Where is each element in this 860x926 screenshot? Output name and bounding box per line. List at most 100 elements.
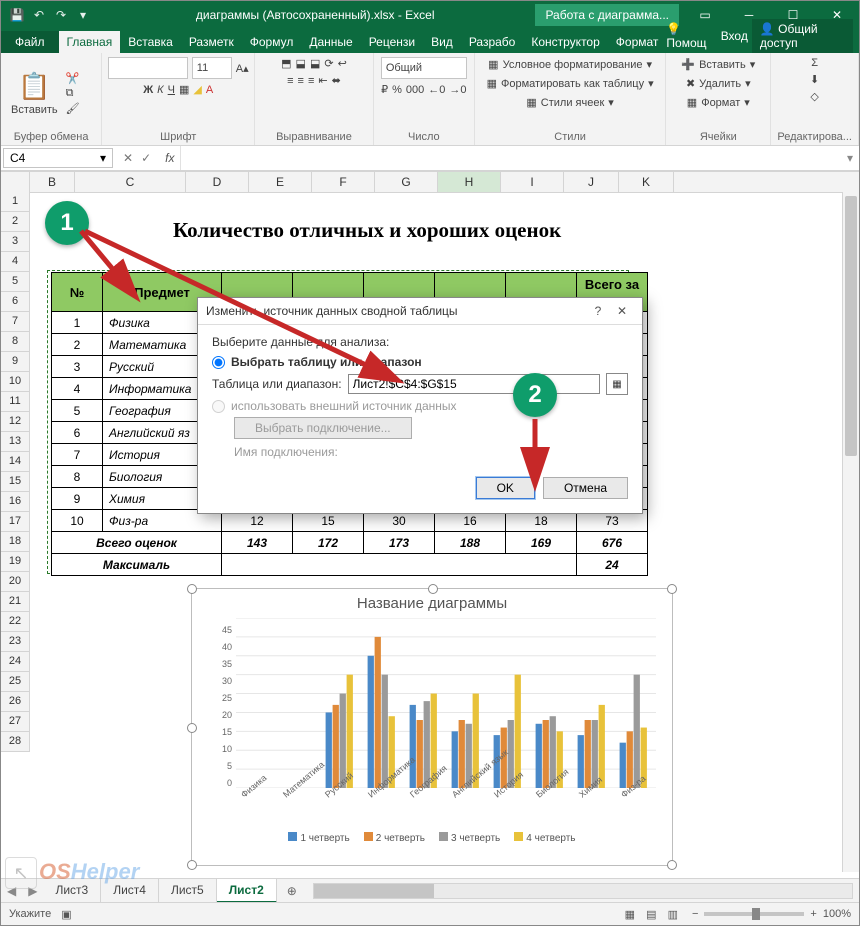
- row-header[interactable]: 2: [1, 212, 29, 232]
- row-header[interactable]: 27: [1, 712, 29, 732]
- tab-home[interactable]: Главная: [59, 31, 121, 53]
- radio-external-source[interactable]: использовать внешний источник данных: [212, 399, 628, 413]
- border-icon[interactable]: ▦: [179, 83, 189, 96]
- row-header[interactable]: 24: [1, 652, 29, 672]
- fill-icon[interactable]: ⬇: [810, 73, 819, 86]
- row-header[interactable]: 9: [1, 352, 29, 372]
- resize-handle[interactable]: [187, 723, 197, 733]
- macro-record-icon[interactable]: ▣: [61, 908, 71, 921]
- row-header[interactable]: 13: [1, 432, 29, 452]
- share-button[interactable]: 👤 Общий доступ: [752, 19, 853, 53]
- align-left-icon[interactable]: ≡: [287, 75, 293, 87]
- dialog-close-icon[interactable]: ✕: [610, 304, 634, 318]
- percent-icon[interactable]: %: [392, 84, 402, 96]
- format-cells-button[interactable]: ▦ Формат ▾: [687, 95, 750, 110]
- row-header[interactable]: 25: [1, 672, 29, 692]
- row-header[interactable]: 18: [1, 532, 29, 552]
- ok-button[interactable]: OK: [476, 477, 535, 499]
- delete-cells-button[interactable]: ✖ Удалить ▾: [686, 76, 751, 91]
- qat-more-icon[interactable]: ▾: [75, 7, 91, 23]
- font-color-icon[interactable]: A: [206, 84, 213, 96]
- merge-icon[interactable]: ⬌: [332, 74, 341, 87]
- cut-icon[interactable]: ✂️: [66, 72, 80, 85]
- tab-developer[interactable]: Разрабо: [461, 31, 524, 53]
- row-header[interactable]: 17: [1, 512, 29, 532]
- row-header[interactable]: 8: [1, 332, 29, 352]
- row-header[interactable]: 23: [1, 632, 29, 652]
- tab-view[interactable]: Вид: [423, 31, 461, 53]
- zoom-slider[interactable]: [704, 912, 804, 916]
- add-sheet-icon[interactable]: ⊕: [277, 884, 307, 898]
- number-format-combo[interactable]: Общий: [381, 57, 467, 79]
- col-header[interactable]: B: [30, 172, 75, 192]
- align-right-icon[interactable]: ≡: [308, 75, 314, 87]
- page-layout-icon[interactable]: ▤: [642, 909, 660, 921]
- row-header[interactable]: 3: [1, 232, 29, 252]
- font-name-combo[interactable]: [108, 57, 188, 79]
- worksheet-grid[interactable]: BCDEFGHIJK 12345678910111213141516171819…: [1, 171, 859, 872]
- scroll-thumb[interactable]: [845, 196, 857, 456]
- grow-font-icon[interactable]: A▴: [236, 62, 249, 75]
- comma-icon[interactable]: 000: [406, 84, 424, 96]
- conditional-format-button[interactable]: ▦ Условное форматирование ▾: [488, 57, 652, 72]
- resize-handle[interactable]: [187, 584, 197, 594]
- row-header[interactable]: 21: [1, 592, 29, 612]
- expand-formula-icon[interactable]: ▾: [841, 151, 859, 165]
- insert-cells-button[interactable]: ➕ Вставить ▾: [681, 57, 755, 72]
- tab-insert[interactable]: Вставка: [120, 31, 181, 53]
- underline-button[interactable]: Ч: [168, 84, 175, 96]
- redo-icon[interactable]: ↷: [53, 7, 69, 23]
- col-header[interactable]: J: [564, 172, 619, 192]
- autosum-icon[interactable]: Σ: [811, 57, 818, 69]
- clear-icon[interactable]: ◇: [810, 90, 818, 103]
- horizontal-scrollbar[interactable]: [313, 883, 853, 899]
- row-header[interactable]: 26: [1, 692, 29, 712]
- signin-link[interactable]: Вход: [721, 29, 748, 43]
- resize-handle[interactable]: [667, 860, 677, 870]
- resize-handle[interactable]: [187, 860, 197, 870]
- col-header[interactable]: D: [186, 172, 249, 192]
- tab-file[interactable]: Файл: [1, 31, 59, 53]
- embedded-chart[interactable]: Название диаграммы 454035302520151050 Фи…: [191, 588, 673, 866]
- help-tell-me[interactable]: 💡 Помощ: [666, 22, 716, 50]
- zoom-out-icon[interactable]: −: [692, 908, 698, 920]
- row-header[interactable]: 19: [1, 552, 29, 572]
- undo-icon[interactable]: ↶: [31, 7, 47, 23]
- zoom-in-icon[interactable]: +: [810, 908, 816, 920]
- col-header[interactable]: E: [249, 172, 312, 192]
- row-header[interactable]: 11: [1, 392, 29, 412]
- page-break-icon[interactable]: ▥: [664, 909, 682, 921]
- contextual-tab-label[interactable]: Работа с диаграмма...: [535, 4, 679, 26]
- radio-select-range[interactable]: Выбрать таблицу или диапазон: [212, 355, 628, 369]
- wrap-icon[interactable]: ↩: [338, 57, 347, 70]
- row-header[interactable]: 15: [1, 472, 29, 492]
- font-size-combo[interactable]: 11: [192, 57, 232, 79]
- resize-handle[interactable]: [428, 584, 438, 594]
- col-header[interactable]: G: [375, 172, 438, 192]
- vertical-scrollbar[interactable]: [842, 192, 859, 872]
- cell-styles-button[interactable]: ▦ Стили ячеек ▾: [526, 95, 613, 110]
- row-header[interactable]: 10: [1, 372, 29, 392]
- zoom-control[interactable]: − + 100%: [692, 908, 851, 920]
- row-header[interactable]: 1: [1, 192, 29, 212]
- col-header[interactable]: K: [619, 172, 674, 192]
- resize-handle[interactable]: [667, 584, 677, 594]
- bold-button[interactable]: Ж: [143, 84, 153, 96]
- align-top-icon[interactable]: ⬒: [281, 57, 291, 70]
- row-header[interactable]: 22: [1, 612, 29, 632]
- col-header[interactable]: C: [75, 172, 186, 192]
- fill-color-icon[interactable]: ◢: [193, 83, 201, 96]
- dialog-help-icon[interactable]: ?: [586, 304, 610, 318]
- currency-icon[interactable]: ₽: [381, 83, 388, 96]
- range-input[interactable]: [348, 374, 600, 394]
- copy-icon[interactable]: ⧉: [66, 87, 80, 100]
- tab-layout[interactable]: Разметк: [181, 31, 242, 53]
- italic-button[interactable]: К: [157, 84, 163, 96]
- tab-formulas[interactable]: Формул: [242, 31, 302, 53]
- row-header[interactable]: 6: [1, 292, 29, 312]
- scroll-thumb[interactable]: [314, 884, 434, 898]
- row-header[interactable]: 5: [1, 272, 29, 292]
- row-header[interactable]: 14: [1, 452, 29, 472]
- align-center-icon[interactable]: ≡: [298, 75, 304, 87]
- align-bot-icon[interactable]: ⬓: [310, 57, 320, 70]
